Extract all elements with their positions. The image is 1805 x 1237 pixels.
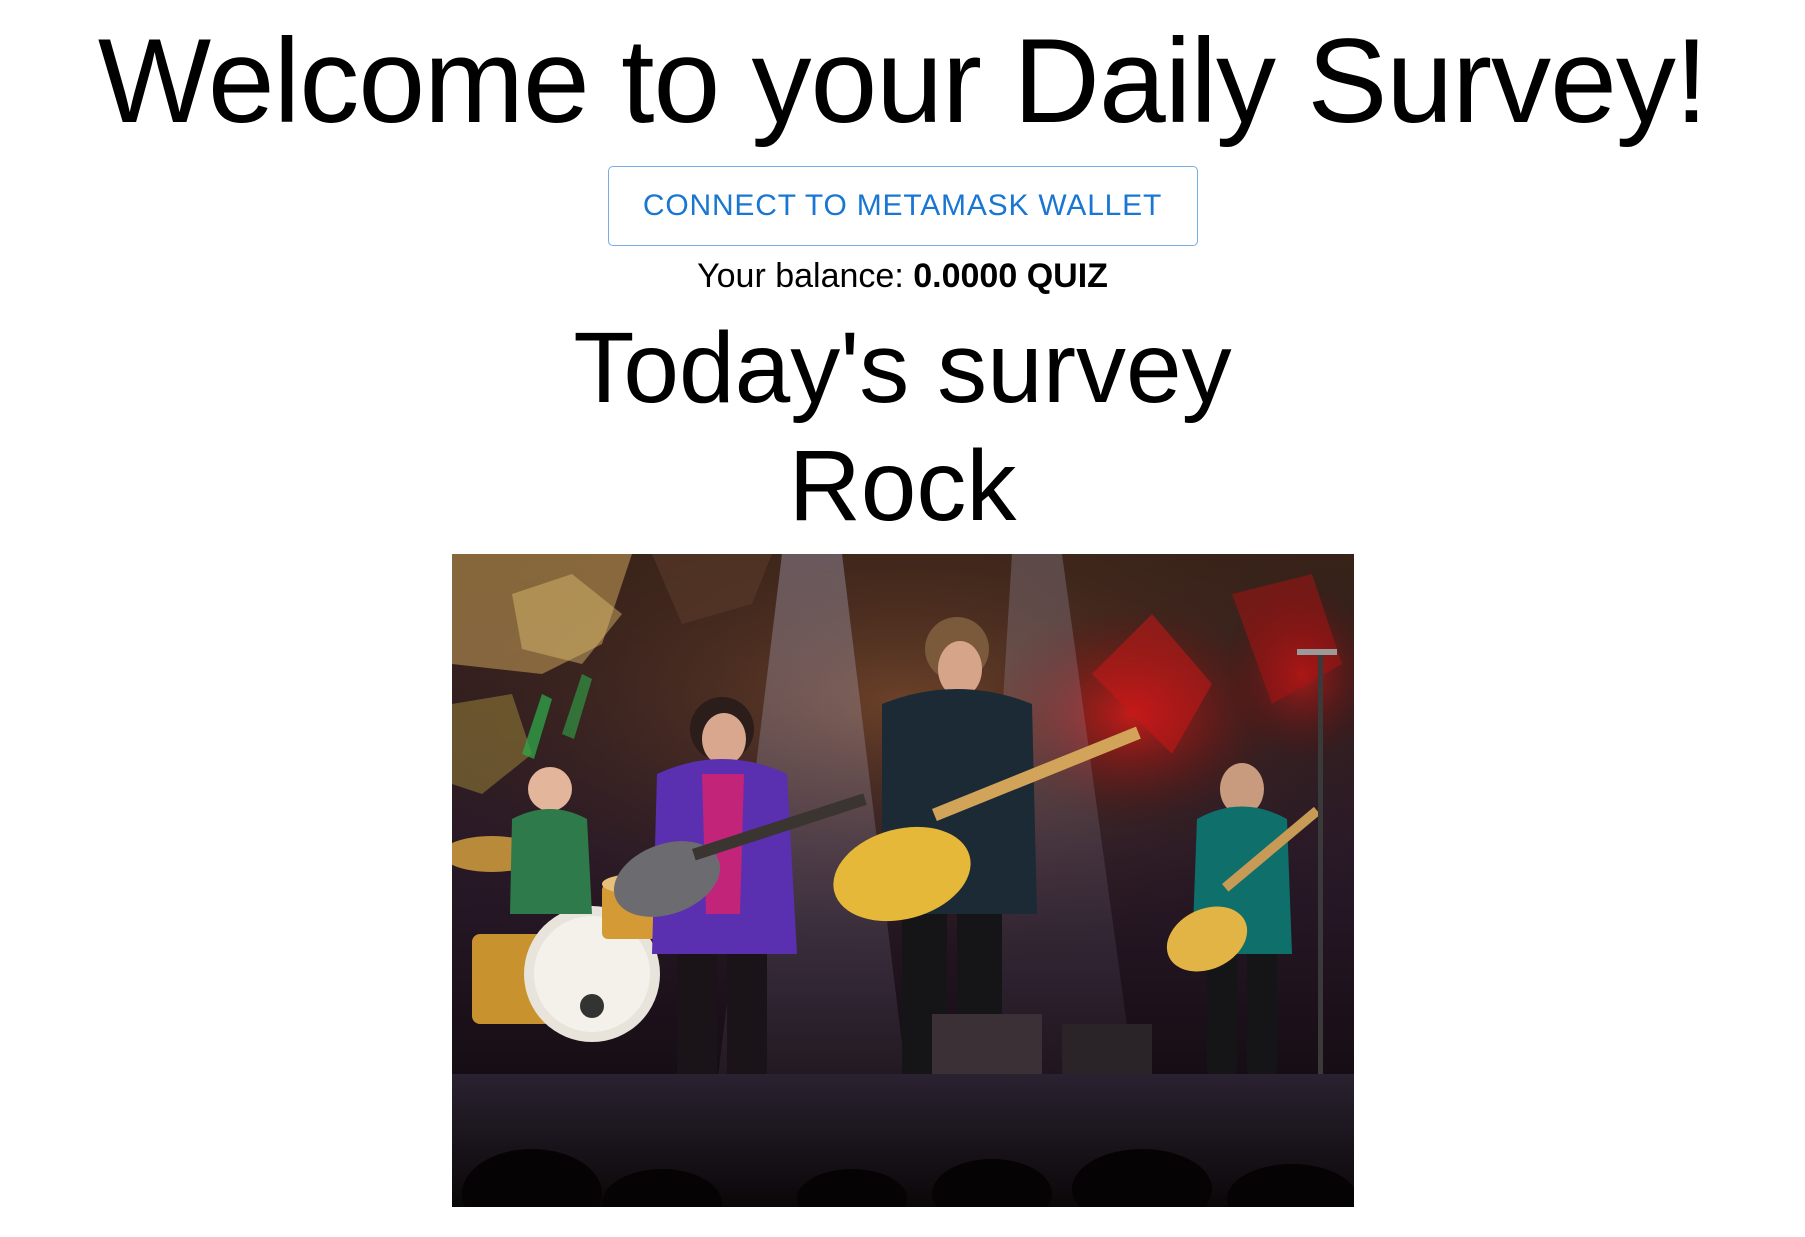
balance-value: 0.0000 QUIZ bbox=[913, 257, 1108, 295]
survey-heading: Today's survey bbox=[573, 312, 1232, 424]
page-title: Welcome to your Daily Survey! bbox=[97, 14, 1708, 148]
page-container: Welcome to your Daily Survey! CONNECT TO… bbox=[0, 0, 1805, 1207]
survey-topic: Rock bbox=[788, 430, 1017, 542]
survey-image bbox=[451, 554, 1354, 1207]
balance-label: Your balance: bbox=[697, 257, 904, 295]
balance-line: Your balance: 0.0000 QUIZ bbox=[697, 254, 1108, 298]
connect-metamask-button[interactable]: CONNECT TO METAMASK WALLET bbox=[607, 166, 1198, 246]
